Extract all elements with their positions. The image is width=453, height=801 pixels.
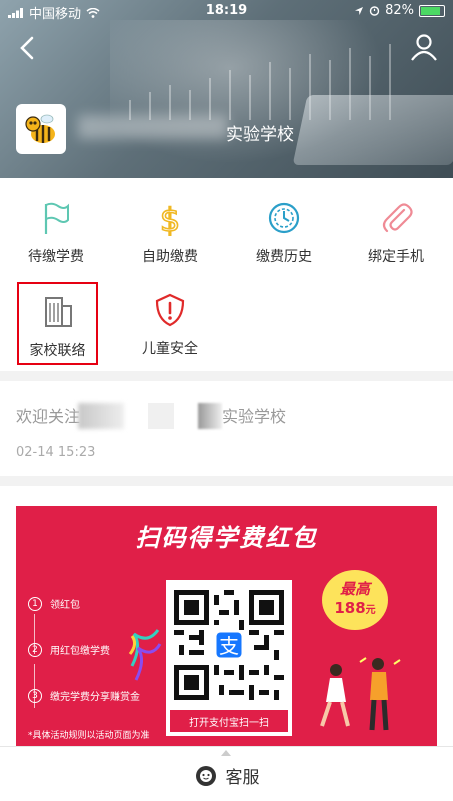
- redaction-mask: [148, 403, 174, 429]
- step-number: 3: [28, 688, 42, 703]
- people-illustration: [320, 657, 401, 731]
- qr-card: 支 打开支付宝扫一扫: [166, 580, 292, 736]
- school-name: 实验学校: [226, 125, 294, 145]
- step-2: 2 用红包缴学费: [28, 642, 110, 657]
- location-arrow-icon: [355, 6, 364, 15]
- function-menu: 待缴学费 $ 自助缴费 缴费历史 绑定手机 家校联络 儿童安全: [0, 178, 453, 371]
- notice-time: 02-14 15:23: [16, 445, 96, 460]
- flag-icon: [44, 202, 69, 234]
- step-1: 1 领红包: [28, 596, 80, 611]
- paperclip-icon: [382, 203, 413, 233]
- menu-label: 儿童安全: [142, 341, 198, 357]
- step-number: 1: [28, 596, 42, 611]
- menu-item-payment-history[interactable]: 缴费历史: [234, 186, 334, 266]
- notice-item[interactable]: 欢迎关注 实验学校 02-14 15:23: [0, 381, 453, 476]
- menu-label: 待缴学费: [28, 249, 84, 265]
- badge-amount: 188: [334, 599, 366, 617]
- caret-up-icon[interactable]: [221, 750, 231, 756]
- svg-text:$: $: [160, 201, 180, 236]
- menu-item-self-pay[interactable]: $ 自助缴费: [120, 186, 220, 266]
- shield-alert-icon: [155, 293, 185, 327]
- banner-title: 扫码得学费红包: [135, 524, 318, 552]
- school-logo: [16, 104, 66, 154]
- alarm-icon: [369, 6, 380, 16]
- hero-blur-mask: [78, 115, 228, 139]
- battery-icon: [419, 4, 445, 17]
- battery-percent: 82%: [385, 3, 414, 18]
- bottom-bar: 客服: [0, 746, 453, 801]
- header-banner: 中国移动 18:19 82% 实验学校: [0, 0, 453, 178]
- notice-title-suffix: 实验学校: [222, 407, 287, 426]
- step-number: 2: [28, 642, 42, 657]
- notice-title-prefix: 欢迎关注: [16, 407, 81, 426]
- dollar-icon: $: [159, 200, 181, 240]
- svg-text:支: 支: [219, 634, 239, 658]
- history-clock-icon: [268, 202, 300, 234]
- menu-label: 自助缴费: [142, 249, 198, 265]
- back-icon[interactable]: [14, 34, 42, 62]
- menu-item-home-school[interactable]: 家校联络: [17, 282, 98, 365]
- menu-label: 绑定手机: [368, 249, 424, 265]
- user-icon[interactable]: [409, 32, 439, 62]
- reward-badge: 最高 188元: [322, 570, 388, 630]
- badge-unit: 元: [365, 605, 376, 616]
- step-label: 领红包: [50, 600, 80, 611]
- menu-label: 缴费历史: [256, 249, 312, 265]
- step-label: 用红包缴学费: [50, 646, 110, 657]
- building-icon: [44, 297, 72, 327]
- status-bar: 中国移动 18:19 82%: [0, 0, 453, 22]
- menu-item-pending-fees[interactable]: 待缴学费: [6, 186, 106, 266]
- step-label: 缴完学费分享赚赏金: [50, 692, 140, 703]
- step-3: 3 缴完学费分享赚赏金: [28, 688, 140, 703]
- qr-caption: 打开支付宝扫一扫: [170, 710, 288, 732]
- ribbon-decoration: [128, 629, 162, 681]
- rule-note: *具体活动规则以活动页面为准: [28, 731, 150, 741]
- qr-code-icon: 支: [174, 590, 284, 700]
- customer-service-button[interactable]: 客服: [0, 763, 453, 788]
- badge-top: 最高: [339, 580, 370, 598]
- service-label: 客服: [225, 768, 260, 788]
- hero-tablet: [292, 95, 453, 165]
- bee-mascot-icon: [25, 114, 55, 143]
- redaction-mask: [198, 403, 222, 429]
- menu-item-bind-phone[interactable]: 绑定手机: [346, 186, 446, 266]
- redaction-mask: [78, 403, 124, 429]
- promo-section: 扫码得学费红包 1 领红包 2 用红包缴学费 3 缴完学费分享赚赏金 *具体活动…: [0, 486, 453, 746]
- menu-label: 家校联络: [29, 343, 86, 359]
- promo-banner[interactable]: 扫码得学费红包 1 领红包 2 用红包缴学费 3 缴完学费分享赚赏金 *具体活动…: [16, 506, 437, 746]
- menu-item-child-safety[interactable]: 儿童安全: [120, 282, 220, 362]
- headset-icon: [195, 765, 216, 786]
